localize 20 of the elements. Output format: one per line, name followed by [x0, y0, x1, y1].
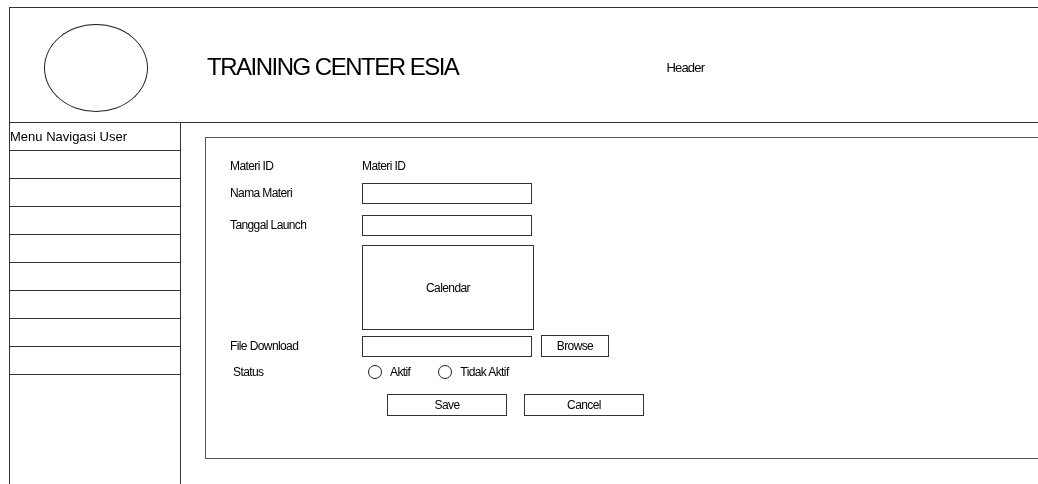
radio-label: Tidak Aktif — [460, 365, 509, 379]
radio-button[interactable] — [438, 365, 453, 379]
input-field[interactable] — [362, 214, 532, 236]
site-title: TRAINING CENTER ESIA — [207, 53, 459, 81]
cancel-button[interactable]: Cancel — [524, 394, 644, 416]
browse-button[interactable]: Browse — [541, 335, 609, 357]
field-label: Tanggal Launch — [230, 218, 307, 232]
field-label: File Download — [230, 339, 299, 353]
field-value: Materi ID — [362, 159, 406, 173]
field-label: Nama Materi — [230, 186, 293, 200]
field-label: Status — [233, 365, 264, 379]
header-label: Header — [666, 59, 705, 75]
menu-title: Menu Navigasi User — [10, 129, 128, 144]
radio-label: Aktif — [390, 365, 411, 379]
input-field[interactable] — [362, 182, 532, 204]
radio-button[interactable] — [368, 365, 382, 379]
field-label: Materi ID — [230, 159, 274, 173]
input-field[interactable] — [362, 335, 532, 357]
save-button[interactable]: Save — [387, 394, 507, 416]
calendar-placeholder[interactable]: Calendar — [362, 245, 534, 330]
